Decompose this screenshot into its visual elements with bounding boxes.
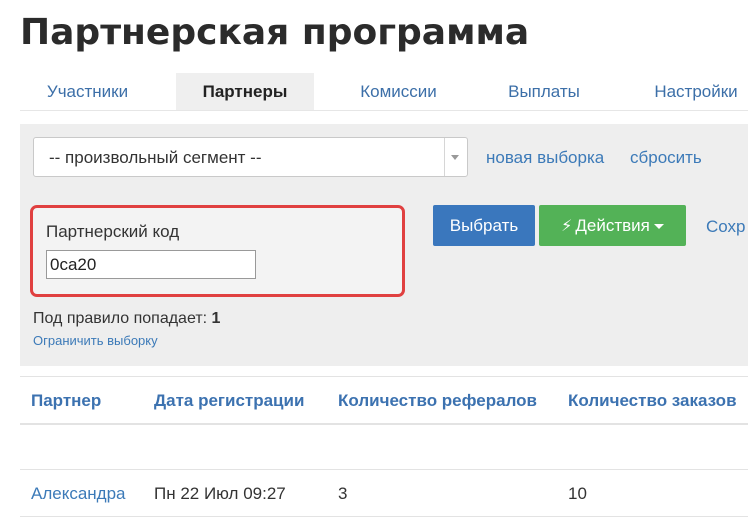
- select-button[interactable]: Выбрать: [433, 205, 535, 246]
- partner-code-label: Партнерский код: [46, 222, 180, 241]
- bolt-icon: ⚡︎: [561, 218, 573, 235]
- segment-select[interactable]: -- произвольный сегмент --: [33, 137, 468, 177]
- tab-settings[interactable]: Настройки: [626, 73, 748, 110]
- filter-panel: -- произвольный сегмент -- новая выборка…: [20, 124, 748, 366]
- caret-down-icon: [653, 224, 664, 230]
- actions-button[interactable]: ⚡︎ Действия: [539, 205, 686, 246]
- segment-select-value: -- произвольный сегмент --: [49, 148, 262, 167]
- table-row: Александра Пн 22 Июл 09:27 3 10: [20, 470, 748, 517]
- caret-down-icon: [451, 155, 459, 160]
- actions-button-label: Действия: [575, 216, 650, 235]
- table-header-row: Партнер Дата регистрации Количество рефе…: [20, 376, 748, 425]
- partner-code-filter: Партнерский код: [30, 205, 405, 297]
- partner-name-link[interactable]: Александра: [31, 484, 126, 504]
- tab-commissions[interactable]: Комиссии: [335, 73, 462, 110]
- rule-match-label: Под правило попадает:: [33, 310, 208, 327]
- tab-partners[interactable]: Партнеры: [176, 73, 314, 110]
- limit-selection-link[interactable]: Ограничить выборку: [33, 333, 158, 348]
- new-selection-link[interactable]: новая выборка: [486, 148, 604, 168]
- column-header-partner[interactable]: Партнер: [31, 391, 101, 411]
- rule-match-count: 1: [211, 310, 221, 327]
- column-header-registration-date[interactable]: Дата регистрации: [154, 391, 304, 411]
- referrals-count-cell: 3: [338, 484, 348, 503]
- column-header-orders-count[interactable]: Количество заказов: [568, 391, 737, 411]
- reset-link[interactable]: сбросить: [630, 148, 702, 168]
- registration-date-cell: Пн 22 Июл 09:27: [154, 484, 286, 503]
- save-link[interactable]: Сохр: [706, 217, 746, 237]
- page-title: Партнерская программа: [20, 12, 530, 53]
- segment-select-arrow[interactable]: [444, 138, 467, 176]
- tab-participants[interactable]: Участники: [20, 73, 155, 110]
- table-empty-row: [20, 424, 748, 470]
- partner-code-input[interactable]: [46, 250, 256, 279]
- tab-payouts[interactable]: Выплаты: [483, 73, 605, 110]
- tab-bar: Участники Партнеры Комиссии Выплаты Наст…: [20, 73, 748, 111]
- column-header-referrals-count[interactable]: Количество рефералов: [338, 391, 537, 411]
- orders-count-cell: 10: [568, 484, 587, 503]
- rule-match-text: Под правило попадает: 1: [33, 310, 220, 328]
